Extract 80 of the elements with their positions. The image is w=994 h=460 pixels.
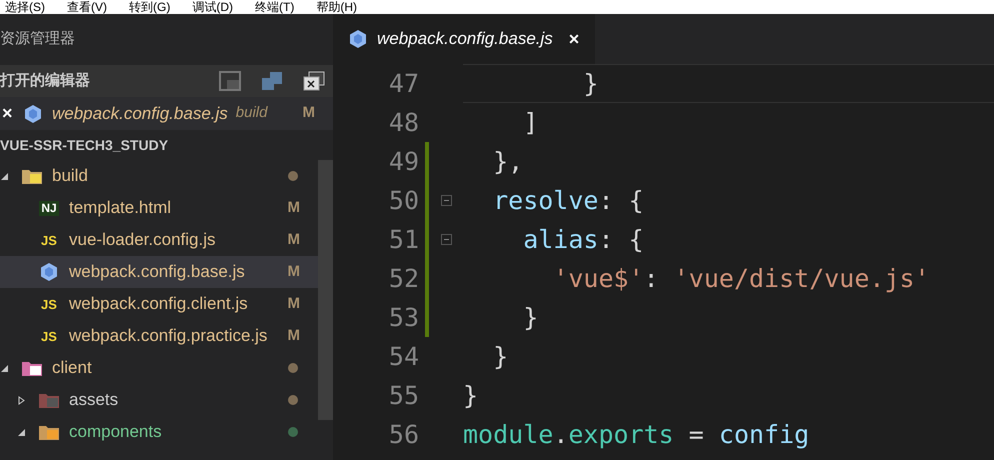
line-number: 53 bbox=[388, 302, 419, 334]
line-number: 56 bbox=[388, 418, 419, 451]
code-line: module.exports = config bbox=[463, 418, 810, 451]
line-number: 49 bbox=[388, 146, 419, 178]
tree-item[interactable]: JS webpack.config.practice.js M bbox=[0, 320, 318, 352]
code-line: resolve: { bbox=[492, 184, 645, 217]
folder-icon bbox=[38, 423, 60, 441]
split-layout-icon[interactable] bbox=[219, 71, 241, 91]
code-line: } bbox=[492, 340, 510, 373]
line-number: 52 bbox=[388, 262, 419, 295]
scrollbar-thumb[interactable] bbox=[318, 160, 333, 420]
fold-icon[interactable] bbox=[440, 234, 452, 245]
folder-icon bbox=[38, 391, 60, 409]
js-file-icon: JS bbox=[41, 234, 57, 246]
tree-item[interactable]: webpack.config.base.js M bbox=[0, 256, 318, 288]
git-status-label: M bbox=[288, 230, 300, 250]
tree-item[interactable]: NJ template.html M bbox=[0, 192, 318, 224]
js-file-icon: JS bbox=[41, 298, 57, 310]
sidebar-title: 资源管理器 bbox=[0, 29, 75, 50]
tree-item[interactable]: JS vue-loader.config.js M bbox=[0, 224, 318, 256]
folder-title: VUE-SSR-TECH3_STUDY bbox=[0, 136, 168, 154]
file-name: template.html bbox=[69, 197, 172, 220]
code-line: alias: { bbox=[522, 224, 645, 256]
git-status-label: M bbox=[302, 103, 315, 124]
js-file-icon: JS bbox=[41, 330, 57, 342]
save-all-icon[interactable] bbox=[261, 71, 283, 91]
folder-icon bbox=[21, 167, 43, 185]
open-editor-item[interactable]: × webpack.config.base.js build M bbox=[0, 97, 333, 130]
code-line: } bbox=[463, 64, 994, 103]
file-name: client bbox=[52, 357, 92, 380]
menu-item[interactable]: 转到(G) bbox=[129, 0, 170, 14]
git-status-label: M bbox=[288, 262, 300, 282]
expanded-caret-icon[interactable] bbox=[0, 364, 9, 372]
tree-item[interactable]: JS webpack.config.client.js M bbox=[0, 288, 318, 320]
file-name: webpack.config.practice.js bbox=[69, 325, 268, 348]
file-name: webpack.config.client.js bbox=[69, 293, 248, 316]
folder-icon bbox=[21, 359, 43, 377]
tree-item[interactable]: build bbox=[0, 160, 318, 192]
fold-icon[interactable] bbox=[440, 195, 452, 206]
menu-item[interactable]: 调试(D) bbox=[192, 0, 233, 14]
code-line: ] bbox=[522, 106, 540, 139]
menu-item[interactable]: 终端(T) bbox=[255, 0, 294, 14]
file-name: components bbox=[69, 421, 162, 444]
git-status-label: M bbox=[288, 326, 300, 346]
hexagon-icon bbox=[40, 262, 58, 282]
nunjucks-file-icon: NJ bbox=[39, 200, 59, 216]
tree-item[interactable]: assets bbox=[0, 384, 318, 416]
tree-item[interactable]: client bbox=[0, 352, 318, 384]
line-number: 54 bbox=[388, 340, 419, 373]
menu-item[interactable]: 选择(S) bbox=[5, 0, 45, 14]
hexagon-icon bbox=[24, 104, 42, 124]
code-line: }, bbox=[492, 146, 524, 178]
hexagon-icon bbox=[349, 29, 367, 49]
tab-title: webpack.config.base.js bbox=[377, 28, 553, 50]
line-number: 50 bbox=[388, 184, 419, 217]
line-number: 47 bbox=[388, 68, 419, 100]
file-description: build bbox=[236, 103, 268, 124]
file-name: build bbox=[52, 165, 88, 188]
menu-item[interactable]: 查看(V) bbox=[67, 0, 107, 14]
close-button[interactable]: × bbox=[2, 100, 18, 127]
expanded-caret-icon[interactable] bbox=[0, 172, 9, 180]
editor-tab[interactable]: webpack.config.base.js × bbox=[333, 14, 596, 64]
code-line: } bbox=[463, 380, 480, 412]
git-status-label: M bbox=[288, 198, 300, 218]
line-number: 51 bbox=[388, 224, 419, 256]
expanded-caret-icon[interactable] bbox=[17, 428, 26, 436]
file-name: webpack.config.base.js bbox=[69, 261, 245, 284]
close-all-icon[interactable] bbox=[303, 71, 325, 91]
git-status-label: M bbox=[288, 294, 300, 314]
code-line: 'vue$': 'vue/dist/vue.js' bbox=[552, 262, 931, 295]
close-button[interactable]: × bbox=[568, 26, 580, 52]
file-name: assets bbox=[69, 389, 118, 412]
file-name: webpack.config.base.js bbox=[52, 102, 228, 125]
collapsed-caret-icon[interactable] bbox=[17, 396, 26, 404]
menu-item[interactable]: 帮助(H) bbox=[316, 0, 357, 14]
code-line: } bbox=[522, 302, 540, 334]
line-number: 55 bbox=[388, 380, 419, 412]
line-number: 48 bbox=[388, 106, 419, 139]
file-name: vue-loader.config.js bbox=[69, 229, 216, 252]
tree-item[interactable]: components bbox=[0, 416, 318, 448]
